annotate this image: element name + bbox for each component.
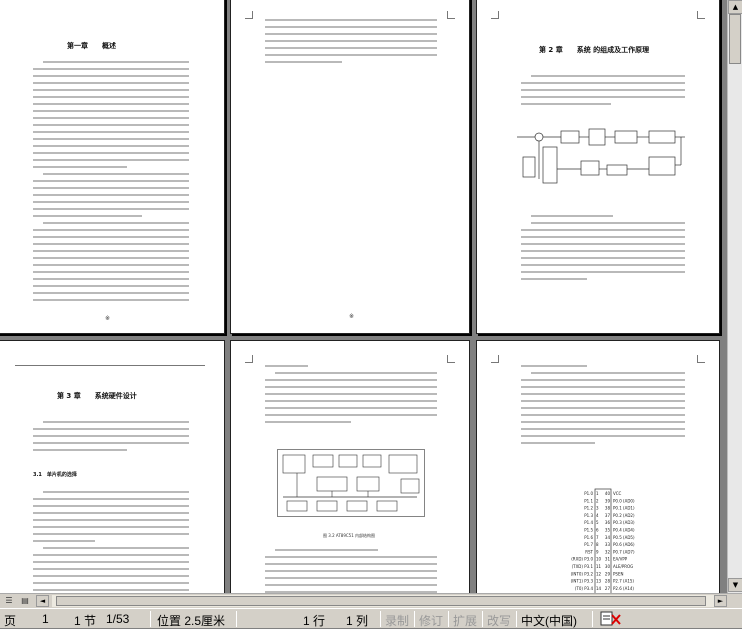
pin-label-right: PSEN bbox=[613, 571, 623, 576]
pin-number-right: 35 bbox=[605, 528, 611, 533]
pin-number-right: 31 bbox=[605, 557, 611, 562]
pin-label-left: P1.2 bbox=[584, 506, 593, 511]
pin-label-right: P0.6 (AD6) bbox=[613, 542, 635, 547]
page-2: ※ bbox=[230, 0, 470, 334]
pin-label-left: (INT1) P3.3 bbox=[571, 579, 594, 584]
status-bar: 页 1 1 节 1/53 位置 2.5厘米 1 行 1 列 录制 修订 扩展 改… bbox=[0, 608, 742, 628]
body-text bbox=[521, 75, 685, 110]
system-block-diagram bbox=[517, 128, 685, 184]
pin-number-left: 14 bbox=[596, 586, 602, 591]
page-4: 第 3 章 系统硬件设计 3.1 单片机的选择 bbox=[0, 340, 225, 593]
pin-label-right: P0.2 (AD2) bbox=[613, 513, 635, 518]
pin-number-left: 11 bbox=[596, 564, 602, 569]
scroll-left-icon[interactable]: ◄ bbox=[36, 595, 49, 607]
language-indicator[interactable]: 中文(中国) bbox=[521, 612, 577, 629]
web-view-icon[interactable]: ▤ bbox=[18, 595, 32, 607]
pin-label-left: P1.4 bbox=[584, 520, 593, 525]
chip-pinout-diagram: P1.0 1P1.1 2P1.2 3P1.3 4P1.4 5P1.5 6P1.6 7P1.7 8… bbox=[571, 488, 635, 593]
pin-label-left: (TXD) P3.1 bbox=[572, 564, 594, 569]
pin-number-left: 12 bbox=[596, 571, 602, 576]
pin-label-right: P2.6 (A14) bbox=[613, 586, 634, 591]
extend-mode[interactable]: 扩展 bbox=[453, 612, 477, 629]
pin-number-right: 39 bbox=[605, 498, 611, 503]
pin-label-left: P1.3 bbox=[584, 513, 593, 518]
line-indicator: 1 行 bbox=[303, 614, 326, 628]
body-text bbox=[265, 549, 437, 593]
body-text bbox=[33, 491, 189, 593]
scroll-right-icon[interactable]: ► bbox=[714, 595, 727, 607]
overtype-mode[interactable]: 改写 bbox=[487, 612, 511, 629]
pin-label-right: P0.0 (AD0) bbox=[613, 498, 635, 503]
rec-mode[interactable]: 录制 bbox=[385, 612, 409, 629]
page-1: 第一章 概述 ※ bbox=[0, 0, 225, 334]
pin-number-right: 37 bbox=[605, 513, 611, 518]
body-text bbox=[265, 19, 437, 68]
pin-label-left: P1.6 bbox=[584, 535, 593, 540]
pin-label-right: ALE/PROG bbox=[613, 564, 633, 569]
scroll-down-icon[interactable]: ▼ bbox=[728, 578, 742, 592]
pin-label-right: P0.1 (AD1) bbox=[613, 506, 635, 511]
pin-label-right: VCC bbox=[613, 491, 622, 496]
figure-caption: 图 3.2 AT89C51 内部结构图 bbox=[323, 533, 376, 538]
pin-label-left: RST bbox=[585, 549, 593, 554]
page-5: 图 3.2 AT89C51 内部结构图 bbox=[230, 340, 470, 593]
body-text bbox=[521, 365, 685, 449]
horizontal-scrollbar[interactable]: ☰ ▤ ◄ ► bbox=[0, 593, 742, 608]
chapter-title: 第 2 章 系统 的组成及工作原理 bbox=[539, 46, 650, 54]
pin-number-right: 36 bbox=[605, 520, 611, 525]
section-indicator: 1 节 bbox=[74, 614, 97, 628]
pin-number-right: 29 bbox=[605, 571, 611, 576]
scroll-up-icon[interactable]: ▲ bbox=[728, 0, 742, 14]
body-text bbox=[33, 421, 189, 456]
pin-label-left: P1.0 bbox=[584, 491, 593, 496]
pin-label-left: P1.7 bbox=[584, 542, 593, 547]
pin-label-right: EA/VPP bbox=[613, 557, 628, 562]
pin-label-right: P0.7 (AD7) bbox=[613, 549, 635, 554]
page-label: 页 bbox=[4, 614, 17, 628]
page-number: 1 bbox=[42, 612, 49, 626]
pin-number-right: 32 bbox=[605, 549, 611, 554]
pin-label-left: (RXD) P3.0 bbox=[571, 557, 593, 562]
pin-number-right: 34 bbox=[605, 535, 611, 540]
pin-number-right: 27 bbox=[605, 586, 611, 591]
pin-label-right: P0.4 (AD4) bbox=[613, 528, 635, 533]
page-footer-mark: ※ bbox=[349, 313, 355, 320]
pin-number-right: 40 bbox=[605, 491, 611, 496]
vertical-scroll-thumb[interactable] bbox=[729, 14, 741, 64]
body-text bbox=[33, 61, 189, 306]
pin-label-right: P0.5 (AD5) bbox=[613, 535, 635, 540]
pin-label-left: (T0) P3.4 bbox=[575, 586, 594, 591]
page-footer-mark: ※ bbox=[105, 315, 111, 322]
section-heading: 3.1 单片机的选择 bbox=[33, 472, 77, 478]
body-text bbox=[265, 365, 437, 428]
pin-number-right: 33 bbox=[605, 542, 611, 547]
spell-check-icon[interactable] bbox=[600, 611, 622, 629]
page-6: P1.0 1 P1.1 2 P1.2 3 P1.3 4 P1.4 5 P1.5 6 P1.6 7 P1.7 8… bbox=[476, 340, 720, 593]
pin-label-left: (INT0) P3.2 bbox=[571, 571, 594, 576]
chapter-title: 第一章 概述 bbox=[67, 42, 116, 50]
vertical-scrollbar[interactable]: ▲ ▼ bbox=[727, 0, 742, 593]
track-changes-mode[interactable]: 修订 bbox=[419, 612, 443, 629]
pin-number-left: 10 bbox=[596, 557, 602, 562]
page-of-total: 1/53 bbox=[106, 612, 130, 626]
pin-label-left: P1.5 bbox=[584, 528, 593, 533]
pin-number-right: 30 bbox=[605, 564, 611, 569]
normal-view-icon[interactable]: ☰ bbox=[2, 595, 16, 607]
document-workspace[interactable]: 第一章 概述 ※ ※ 第 2 章 系统 的组成及工作原理 第 3 章 系统硬件设… bbox=[0, 0, 727, 593]
page-3: 第 2 章 系统 的组成及工作原理 bbox=[476, 0, 720, 334]
pin-number-right: 28 bbox=[605, 579, 611, 584]
chapter-title: 第 3 章 系统硬件设计 bbox=[57, 392, 137, 400]
pin-label-left: P1.1 bbox=[584, 498, 593, 503]
chip-body bbox=[594, 488, 612, 593]
cursor-position: 位置 2.5厘米 bbox=[157, 614, 226, 628]
pin-number-left: 13 bbox=[596, 579, 602, 584]
horizontal-scroll-thumb[interactable] bbox=[56, 596, 706, 606]
pin-label-right: P0.3 (AD3) bbox=[613, 520, 635, 525]
pin-label-right: P2.7 (A15) bbox=[613, 579, 634, 584]
column-indicator: 1 列 bbox=[346, 614, 369, 628]
pin-number-right: 38 bbox=[605, 506, 611, 511]
internal-structure-diagram bbox=[277, 449, 425, 517]
body-text bbox=[521, 215, 685, 285]
